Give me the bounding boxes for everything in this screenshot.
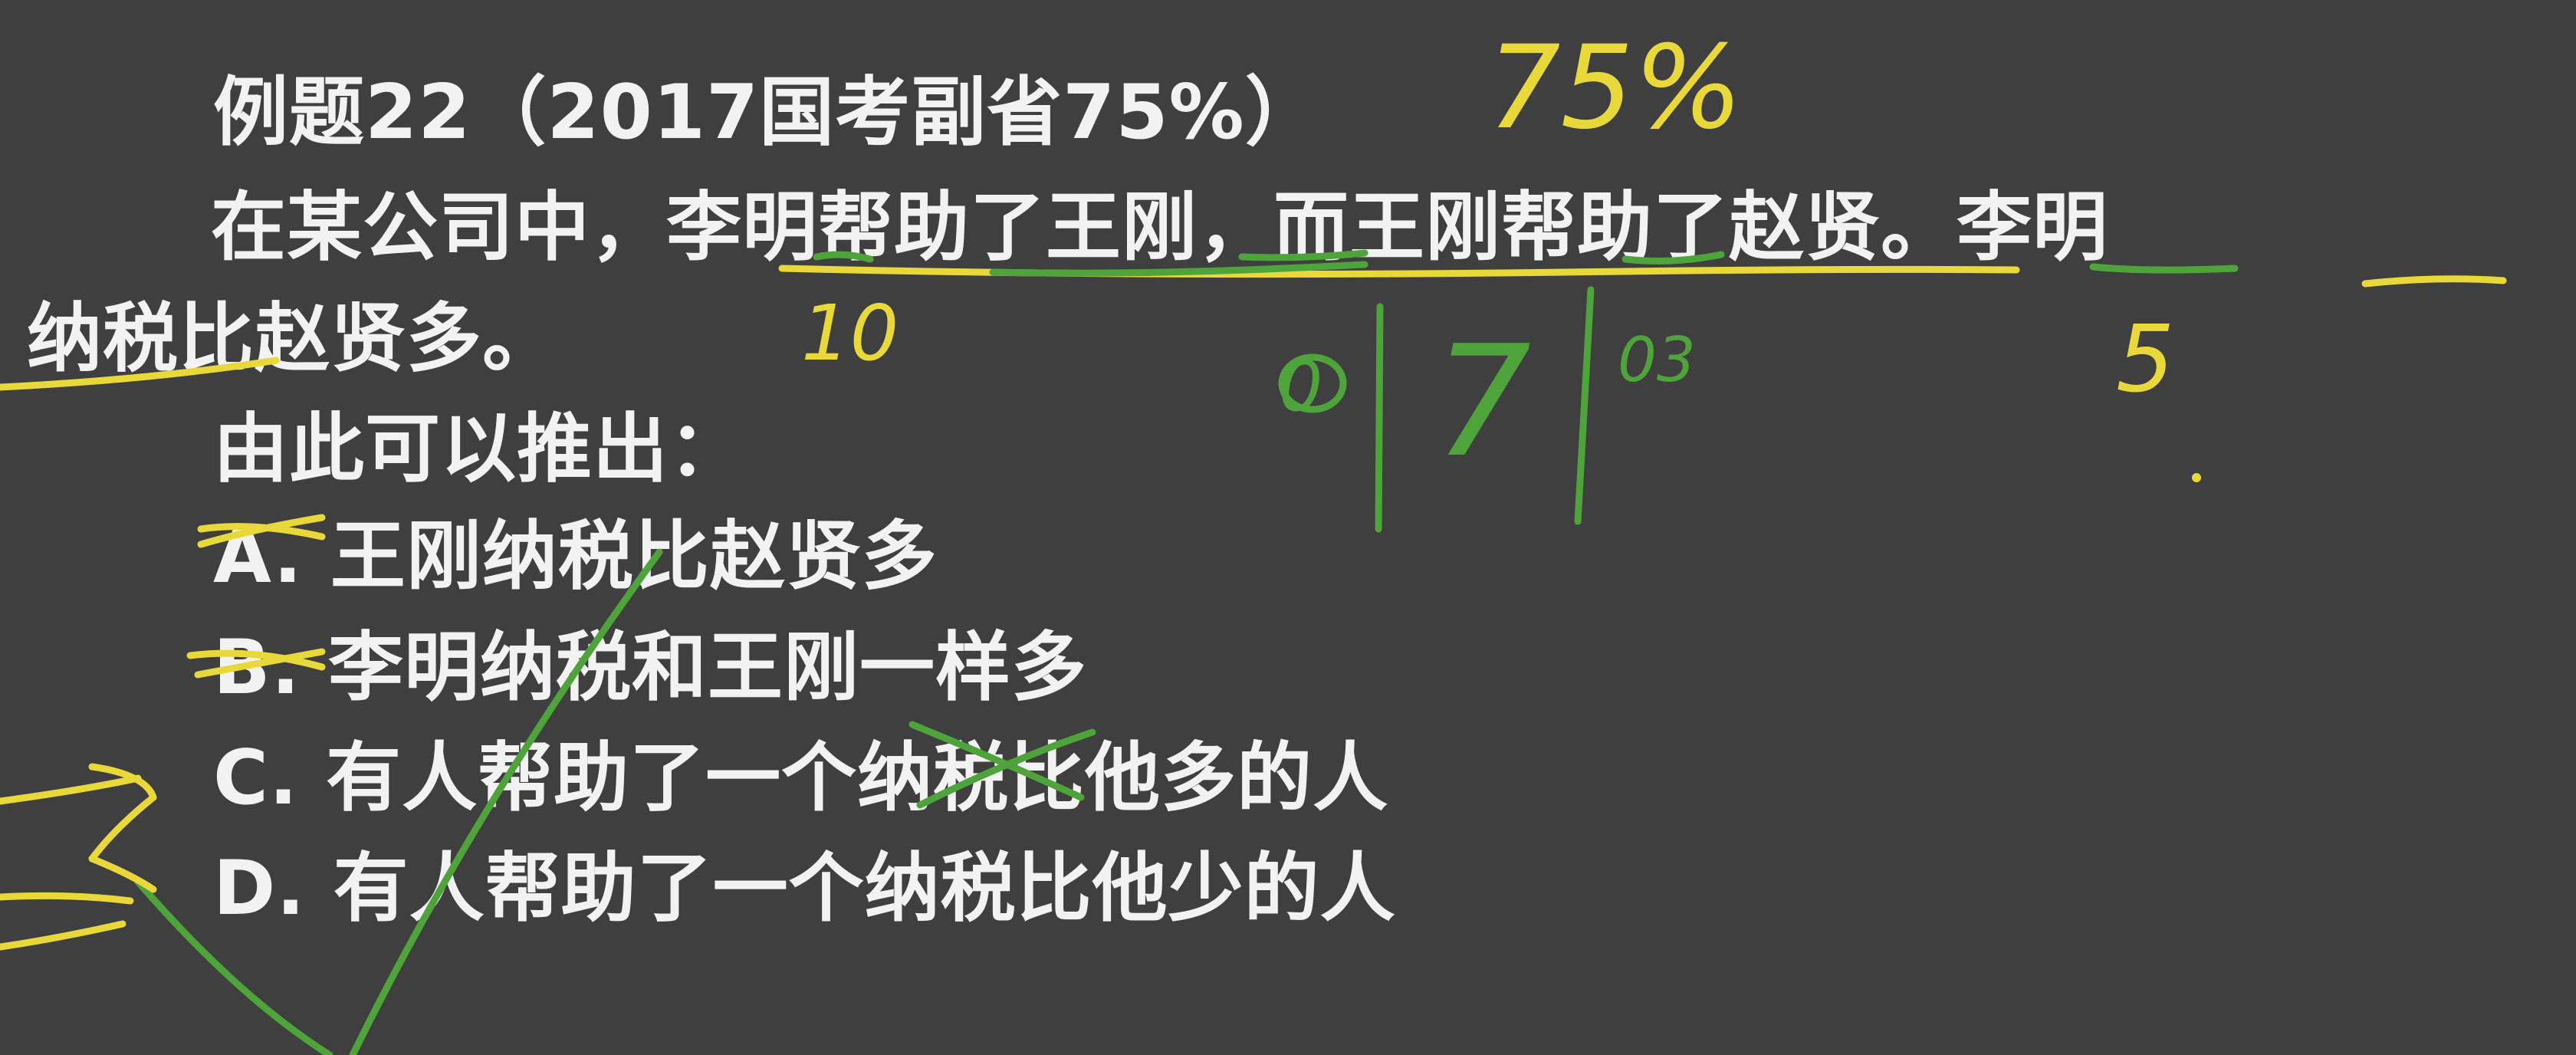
wanggang-underline-green-3: [1622, 251, 1725, 265]
liming-underline-green: [813, 251, 874, 263]
divider-left: [1375, 303, 1384, 533]
arrow-to-cd: [0, 763, 157, 951]
checkmark-d: [134, 548, 663, 1055]
wanggang-underline-green-2: [1238, 249, 1368, 261]
ink-annotations: [0, 249, 2507, 1055]
strike-c-1: [909, 721, 1085, 801]
stem-underline: [778, 265, 2020, 278]
liming-underline: [2361, 275, 2507, 288]
divider-right: [1574, 286, 1595, 525]
zero-circle: [1278, 353, 1347, 413]
zhaoxian-underline-green: [2089, 263, 2239, 274]
video-frame: 例题22（2017国考副省75%） 在某公司中，李明帮助了王刚，而王刚帮助了赵贤…: [0, 0, 2576, 1055]
line2-underline: [0, 357, 280, 391]
yellow-dot: [2192, 473, 2201, 482]
